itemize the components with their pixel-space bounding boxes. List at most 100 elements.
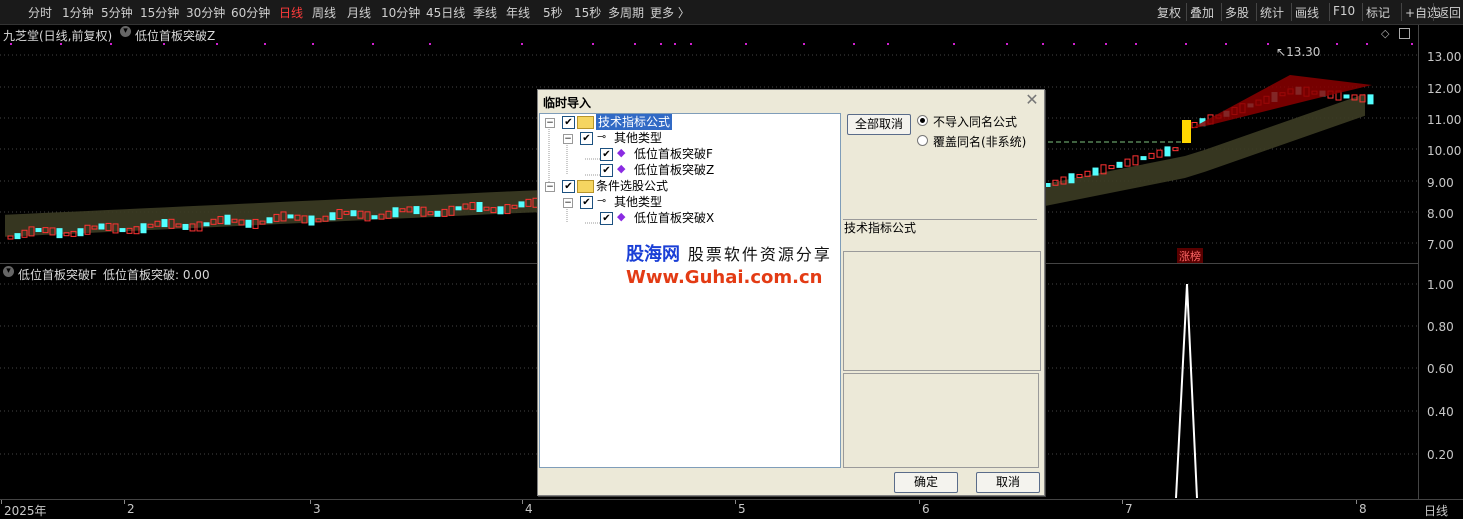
period-tab[interactable]: 5秒 (543, 4, 563, 21)
y-tick-label: 1.00 (1427, 278, 1454, 292)
candle (287, 214, 294, 219)
dialog-titlebar[interactable]: 临时导入 ✕ (538, 90, 1044, 112)
radio-skip-same-label[interactable]: 不导入同名公式 (933, 113, 1017, 130)
signal-marker (1073, 43, 1075, 45)
x-tick-label: 4 (525, 502, 533, 516)
time-axis: 2025年 2 3 4 5 6 7 8 日线 (0, 499, 1463, 518)
candle (1156, 149, 1163, 158)
import-dialog[interactable]: 临时导入 ✕ − ✔ 技术指标公式 − ✔ ⊸ 其他类型 ✔ ◆ 低位首板突破F… (537, 89, 1045, 496)
y-tick-label: 0.80 (1427, 320, 1454, 334)
toolbar-button[interactable]: 返回 (1437, 4, 1461, 21)
period-tab[interactable]: 15秒 (574, 4, 601, 21)
signal-marker (1006, 43, 1008, 45)
tree-node-stock-select[interactable]: 条件选股公式 (596, 178, 668, 194)
period-tab[interactable]: 更多 〉 (650, 4, 690, 21)
period-tab[interactable]: 多周期 (608, 4, 644, 21)
signal-marker (312, 43, 314, 45)
signal-marker (1185, 43, 1187, 45)
cancel-button[interactable]: 取消 (976, 472, 1040, 493)
toolbar-button[interactable]: F10 (1333, 4, 1355, 18)
candle (119, 228, 126, 233)
tree-node-formula-x[interactable]: 低位首板突破X (634, 210, 714, 226)
candle (350, 210, 357, 217)
period-tab[interactable]: 分时 (28, 4, 52, 21)
checkbox-formula-z[interactable]: ✔ (600, 164, 613, 177)
toolbar-button[interactable]: 标记 (1366, 4, 1390, 21)
signal-marker (1105, 43, 1107, 45)
radio-overwrite[interactable] (917, 135, 928, 146)
checkbox-tech-formula[interactable]: ✔ (562, 116, 575, 129)
formula-tree[interactable]: − ✔ 技术指标公式 − ✔ ⊸ 其他类型 ✔ ◆ 低位首板突破F ✔ ◆ 低位… (539, 113, 841, 468)
candle (1108, 165, 1115, 170)
tree-node-tech-formula[interactable]: 技术指标公式 (596, 114, 673, 130)
tree-node-other-type[interactable]: 其他类型 (614, 130, 662, 146)
period-toolbar: 分时 1分钟 5分钟 15分钟 30分钟 60分钟 日线 周线 月线 10分钟 45日线 季线 年线 5秒… (0, 0, 1463, 25)
candle (1092, 167, 1099, 176)
formula-icon: ◆ (617, 162, 626, 175)
period-tab[interactable]: 5分钟 (101, 4, 133, 21)
signal-marker (592, 43, 594, 45)
tree-node-other-type-2[interactable]: 其他类型 (614, 194, 662, 210)
period-tab[interactable]: 30分钟 (186, 4, 225, 21)
checkbox-formula-x[interactable]: ✔ (600, 212, 613, 225)
checkbox-stock-select[interactable]: ✔ (562, 180, 575, 193)
checkbox-other-type-2[interactable]: ✔ (580, 196, 593, 209)
y-tick-label: 0.60 (1427, 362, 1454, 376)
candle (1068, 173, 1075, 184)
period-tab[interactable]: 1分钟 (62, 4, 94, 21)
folder-icon (577, 116, 594, 129)
candle (7, 235, 14, 240)
candle (77, 228, 84, 237)
close-icon[interactable]: ✕ (1024, 92, 1040, 108)
candle (203, 222, 210, 227)
candle (434, 210, 441, 217)
radio-overwrite-label[interactable]: 覆盖同名(非系统) (933, 133, 1026, 150)
candle (1148, 152, 1155, 159)
y-tick-label: 9.00 (1427, 176, 1454, 190)
signal-marker (163, 43, 165, 45)
period-tab[interactable]: 周线 (312, 4, 336, 21)
y-tick-label: 12.00 (1427, 82, 1462, 96)
signal-marker (1267, 43, 1269, 45)
toolbar-button[interactable]: 画线 (1295, 4, 1319, 21)
period-tab[interactable]: 月线 (347, 4, 371, 21)
checkbox-other-type[interactable]: ✔ (580, 132, 593, 145)
limit-up-badge: 涨榜 (1177, 248, 1203, 264)
toolbar-button[interactable]: 复权 (1157, 4, 1181, 21)
x-tick-label: 8 (1359, 502, 1367, 516)
collapse-icon[interactable]: − (563, 198, 573, 208)
signal-marker (853, 43, 855, 45)
radio-skip-same[interactable] (917, 115, 928, 126)
period-tab[interactable]: 年线 (506, 4, 530, 21)
period-tab[interactable]: 45日线 (426, 4, 465, 21)
collapse-icon[interactable]: − (563, 134, 573, 144)
candle (182, 223, 189, 230)
toolbar-button[interactable]: 统计 (1260, 4, 1284, 21)
checkbox-formula-f[interactable]: ✔ (600, 148, 613, 161)
collapse-icon[interactable]: − (545, 182, 555, 192)
period-tab[interactable]: 15分钟 (140, 4, 179, 21)
toolbar-button[interactable]: 叠加 (1190, 4, 1214, 21)
tree-node-formula-z[interactable]: 低位首板突破Z (634, 162, 714, 178)
toolbar-button[interactable]: 多股 (1225, 4, 1249, 21)
signal-marker (634, 43, 636, 45)
candle (266, 217, 273, 224)
candle (1343, 94, 1350, 99)
period-tab[interactable]: 季线 (473, 4, 497, 21)
candle (1172, 147, 1179, 152)
period-tab[interactable]: 60分钟 (231, 4, 270, 21)
ok-button[interactable]: 确定 (894, 472, 958, 493)
tree-node-formula-f[interactable]: 低位首板突破F (634, 146, 713, 162)
signal-marker (60, 43, 62, 45)
signal-marker (521, 43, 523, 45)
x-tick-label: 7 (1125, 502, 1133, 516)
y-tick-label: 0.20 (1427, 448, 1454, 462)
candle (140, 223, 147, 234)
select-all-button[interactable]: 全部取消 (847, 114, 911, 135)
collapse-icon[interactable]: − (545, 118, 555, 128)
candle (497, 206, 504, 215)
signal-marker (1366, 43, 1368, 45)
period-tab[interactable]: 日线 (279, 4, 303, 21)
candle (476, 202, 483, 213)
period-tab[interactable]: 10分钟 (381, 4, 420, 21)
